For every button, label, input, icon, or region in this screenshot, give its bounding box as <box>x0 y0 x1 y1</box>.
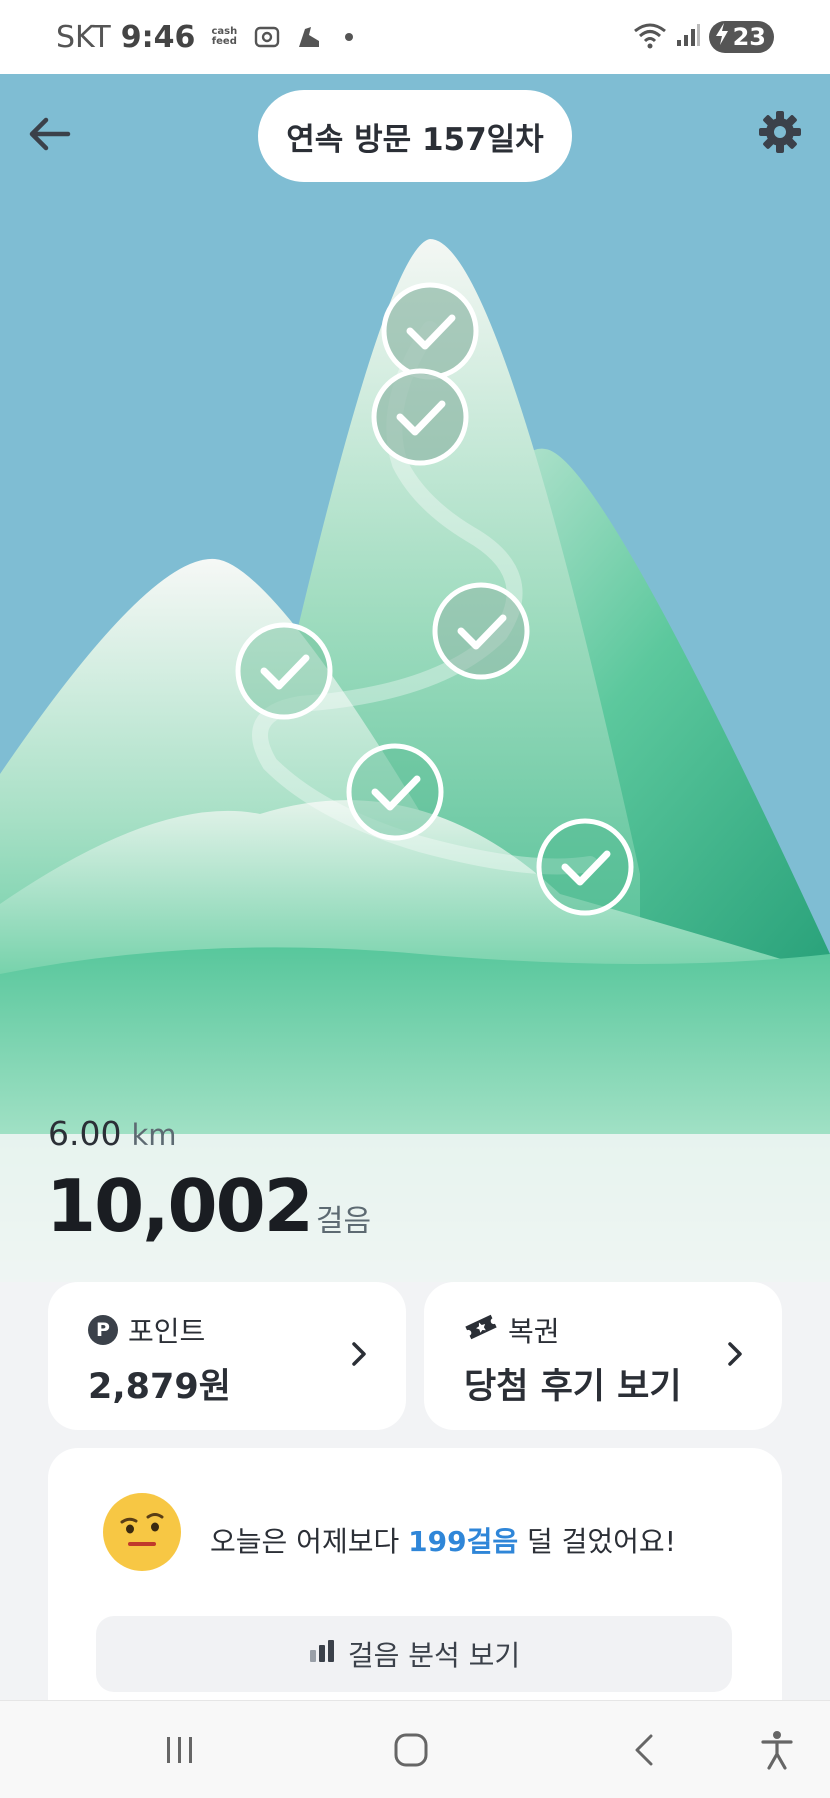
comparison-suffix: 덜 걸었어요! <box>518 1525 676 1558</box>
recent-apps-icon <box>167 1737 192 1763</box>
accessibility-icon <box>761 1731 793 1770</box>
back-icon <box>635 1734 653 1766</box>
checkpoint-icon <box>381 282 479 380</box>
charging-icon <box>713 22 731 52</box>
arrow-left-icon <box>29 117 71 151</box>
signal-icon <box>675 22 701 52</box>
battery-indicator: 23 <box>708 21 774 53</box>
home-button[interactable] <box>381 1725 441 1775</box>
recent-apps-button[interactable] <box>150 1725 210 1775</box>
battery-level: 23 <box>732 23 766 51</box>
checkpoint-icon <box>432 582 530 680</box>
steps-unit: 걸음 <box>315 1204 372 1239</box>
cashfeed-icon: cash feed <box>209 27 239 47</box>
carrier-label: SKT <box>56 19 111 55</box>
back-button[interactable] <box>24 108 76 160</box>
status-bar: SKT 9:46 cash feed 23 <box>0 0 830 74</box>
lottery-value: 당첨 후기 보기 <box>464 1367 682 1407</box>
distance-readout: 6.00 km <box>48 1114 177 1153</box>
step-count: 10,002 걸음 <box>46 1164 371 1248</box>
comparison-highlight: 199걸음 <box>408 1525 519 1558</box>
distance-value: 6.00 <box>48 1114 122 1153</box>
points-label: 포인트 <box>128 1315 206 1348</box>
points-card[interactable]: P 포인트 2,879원 <box>48 1282 406 1430</box>
streak-label: 연속 방문 157일차 <box>286 121 544 158</box>
chevron-right-icon <box>720 1334 750 1374</box>
wifi-icon <box>633 21 667 53</box>
ticket-icon <box>464 1312 498 1349</box>
cashfeed-icon-text: cash feed <box>211 26 238 47</box>
checkpoint-icon <box>346 743 444 841</box>
skeptical-face-icon <box>102 1492 182 1576</box>
bar-chart-icon <box>308 1638 336 1671</box>
lottery-card-header: 복권 <box>464 1310 560 1350</box>
home-icon <box>394 1733 428 1767</box>
step-analysis-button[interactable]: 걸음 분석 보기 <box>96 1616 732 1692</box>
step-comparison-text: 오늘은 어제보다 199걸음 덜 걸었어요! <box>210 1520 676 1560</box>
points-value: 2,879원 <box>88 1367 231 1407</box>
system-nav-bar <box>0 1700 830 1798</box>
notification-dot-icon <box>345 33 354 41</box>
shoe-icon <box>295 23 323 51</box>
chevron-right-icon <box>344 1334 374 1374</box>
points-card-header: P 포인트 <box>88 1310 205 1350</box>
checkpoint-icon <box>235 622 333 720</box>
mountain-hero: 연속 방문 157일차 6.00 km 10,002 걸음 <box>0 74 830 1282</box>
comparison-prefix: 오늘은 어제보다 <box>210 1525 409 1558</box>
steps-value: 10,002 <box>46 1164 314 1248</box>
settings-button[interactable] <box>754 106 806 158</box>
lottery-card[interactable]: 복권 당첨 후기 보기 <box>424 1282 782 1430</box>
checkpoint-icon <box>371 368 469 466</box>
checkpoint-icon <box>536 818 634 916</box>
gear-icon <box>759 111 801 153</box>
clock: 9:46 <box>120 19 196 55</box>
gallery-icon <box>253 24 281 50</box>
distance-unit: km <box>131 1118 177 1152</box>
points-icon: P <box>88 1315 118 1345</box>
step-analysis-label: 걸음 분석 보기 <box>347 1639 521 1672</box>
back-nav-button[interactable] <box>614 1725 674 1775</box>
mountain-illustration <box>0 239 830 1282</box>
streak-badge: 연속 방문 157일차 <box>258 90 572 182</box>
lottery-label: 복권 <box>508 1315 560 1348</box>
accessibility-button[interactable] <box>747 1725 807 1775</box>
